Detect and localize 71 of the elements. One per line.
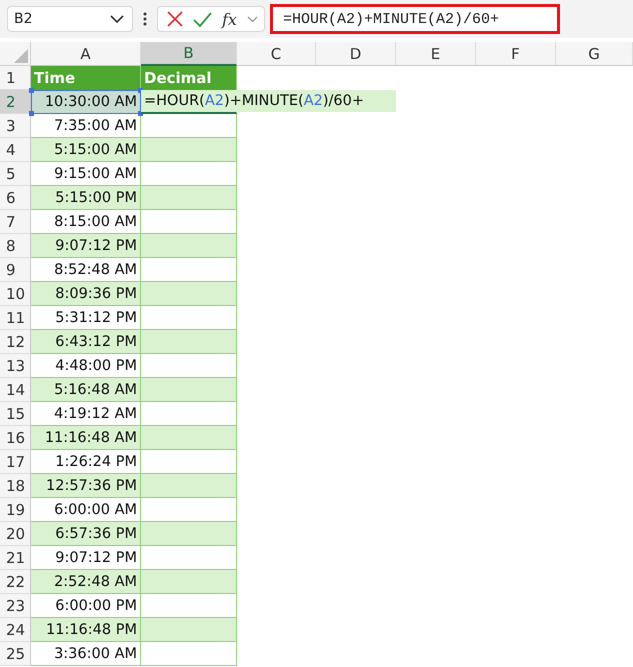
table-cell[interactable] (141, 474, 237, 498)
row-header[interactable]: 18 (0, 474, 31, 498)
table-cell[interactable]: 9:07:12 PM (31, 234, 141, 258)
column-header[interactable]: G (556, 42, 633, 66)
row-header[interactable]: 6 (0, 186, 31, 210)
table-cell[interactable]: 12:57:36 PM (31, 474, 141, 498)
table-cell[interactable] (141, 186, 237, 210)
column-header[interactable]: B (141, 42, 237, 66)
formula-input[interactable]: =HOUR(A2)+MINUTE(A2)/60+ (270, 4, 560, 34)
table-cell[interactable]: 5:15:00 AM (31, 138, 141, 162)
table-cell[interactable] (141, 378, 237, 402)
row-header[interactable]: 9 (0, 258, 31, 282)
triangle-icon (14, 49, 28, 63)
row-header[interactable]: 14 (0, 378, 31, 402)
table-cell[interactable] (141, 570, 237, 594)
table-header-cell: Decimal (141, 66, 237, 90)
row-header[interactable]: 4 (0, 138, 31, 162)
row-header[interactable]: 22 (0, 570, 31, 594)
table-cell[interactable]: 11:16:48 AM (31, 426, 141, 450)
table-cell[interactable]: 11:16:48 PM (31, 618, 141, 642)
name-box[interactable]: B2 (7, 6, 133, 32)
table-cell[interactable]: 8:09:36 PM (31, 282, 141, 306)
table-cell[interactable] (141, 642, 237, 666)
table-cell[interactable] (141, 282, 237, 306)
row-header[interactable]: 3 (0, 114, 31, 138)
row-header[interactable]: 7 (0, 210, 31, 234)
cancel-icon[interactable] (167, 11, 183, 27)
table-cell[interactable]: 6:43:12 PM (31, 330, 141, 354)
row-header[interactable]: 11 (0, 306, 31, 330)
table-cell[interactable]: 5:16:48 AM (31, 378, 141, 402)
table-cell[interactable] (141, 138, 237, 162)
row-header[interactable]: 17 (0, 450, 31, 474)
row-header[interactable]: 10 (0, 282, 31, 306)
column-header[interactable]: D (316, 42, 396, 66)
table-cell[interactable]: 5:15:00 PM (31, 186, 141, 210)
select-all-corner[interactable] (0, 42, 31, 66)
column-header[interactable]: C (237, 42, 316, 66)
checkmark-icon[interactable] (193, 12, 212, 26)
column-header[interactable]: E (396, 42, 476, 66)
cell-formula-editor[interactable]: =HOUR(A2)+MINUTE(A2)/60+ (141, 90, 396, 112)
table-cell[interactable]: 6:57:36 PM (31, 522, 141, 546)
row-header[interactable]: 23 (0, 594, 31, 618)
row-header[interactable]: 20 (0, 522, 31, 546)
row-header[interactable]: 5 (0, 162, 31, 186)
more-options-icon[interactable] (143, 12, 147, 26)
row-header[interactable]: 13 (0, 354, 31, 378)
table-cell[interactable]: 3:36:00 AM (31, 642, 141, 666)
row-header[interactable]: 25 (0, 642, 31, 666)
row-header[interactable]: 1 (0, 66, 31, 90)
row-header[interactable]: 12 (0, 330, 31, 354)
table-cell[interactable] (141, 522, 237, 546)
column-header[interactable]: F (476, 42, 556, 66)
chevron-down-icon[interactable] (246, 16, 258, 22)
table-header-cell: Time (31, 66, 141, 90)
table-cell[interactable] (141, 426, 237, 450)
table-cell[interactable] (141, 234, 237, 258)
table-cell[interactable] (141, 618, 237, 642)
table-cell[interactable]: 2:52:48 AM (31, 570, 141, 594)
insert-function-button[interactable]: fx (222, 10, 237, 28)
row-header[interactable]: 2 (0, 90, 31, 114)
row-header[interactable]: 19 (0, 498, 31, 522)
row-header[interactable]: 15 (0, 402, 31, 426)
row-header[interactable]: 24 (0, 618, 31, 642)
table-cell[interactable]: 10:30:00 AM (31, 90, 141, 114)
cell-reference: B2 (14, 11, 33, 27)
column-header[interactable]: A (31, 42, 141, 66)
chevron-down-icon (110, 14, 124, 24)
table-cell[interactable] (141, 330, 237, 354)
row-header[interactable]: 16 (0, 426, 31, 450)
row-header[interactable]: 8 (0, 234, 31, 258)
row-header[interactable]: 21 (0, 546, 31, 570)
